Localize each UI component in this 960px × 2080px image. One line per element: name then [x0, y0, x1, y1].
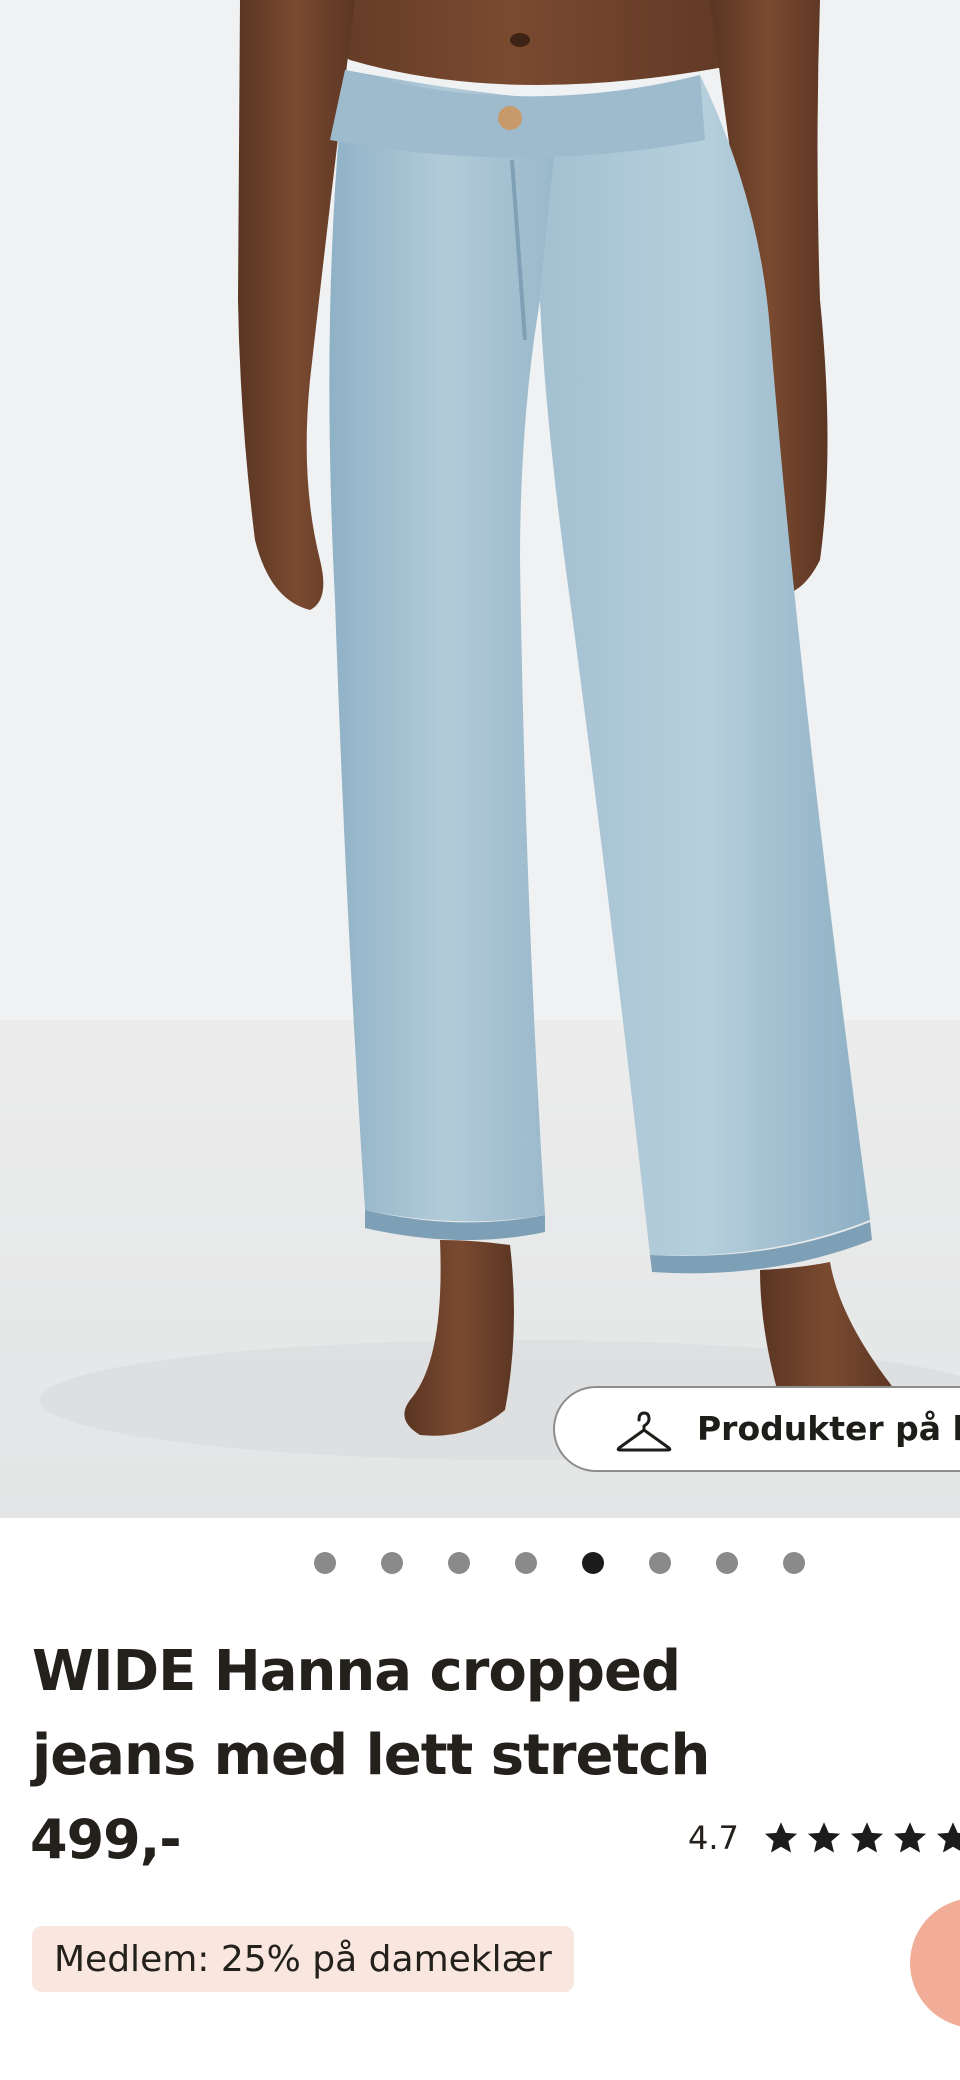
carousel-dot[interactable]	[716, 1552, 738, 1574]
product-page: Produkter på bildet WIDE Hanna cropped j…	[0, 0, 960, 2080]
product-title: WIDE Hanna cropped jeans med lett stretc…	[32, 1639, 710, 1788]
rating-stars	[763, 1820, 960, 1856]
image-carousel-indicator	[0, 1552, 960, 1576]
carousel-dot[interactable]	[381, 1552, 403, 1574]
star-icon	[807, 1822, 840, 1853]
carousel-dot[interactable]	[783, 1552, 805, 1574]
jeans-photo	[0, 0, 960, 1518]
carousel-dot[interactable]	[314, 1552, 336, 1574]
products-in-image-button[interactable]: Produkter på bildet	[553, 1386, 960, 1472]
floating-action-button[interactable]	[910, 1898, 960, 2028]
products-in-image-label: Produkter på bildet	[697, 1409, 960, 1448]
carousel-dot-active[interactable]	[582, 1552, 604, 1574]
star-icon	[893, 1822, 926, 1853]
product-image[interactable]: Produkter på bildet	[0, 0, 960, 1518]
star-icon	[850, 1822, 883, 1853]
member-offer-badge: Medlem: 25% på dameklær	[32, 1926, 574, 1992]
rating-score: 4.7	[688, 1819, 739, 1857]
product-price: 499,-	[30, 1808, 182, 1871]
star-icon	[764, 1822, 797, 1853]
carousel-dot[interactable]	[515, 1552, 537, 1574]
carousel-dot[interactable]	[448, 1552, 470, 1574]
star-icon	[936, 1822, 960, 1853]
product-rating[interactable]: 4.7	[688, 1818, 960, 1858]
carousel-dot[interactable]	[649, 1552, 671, 1574]
